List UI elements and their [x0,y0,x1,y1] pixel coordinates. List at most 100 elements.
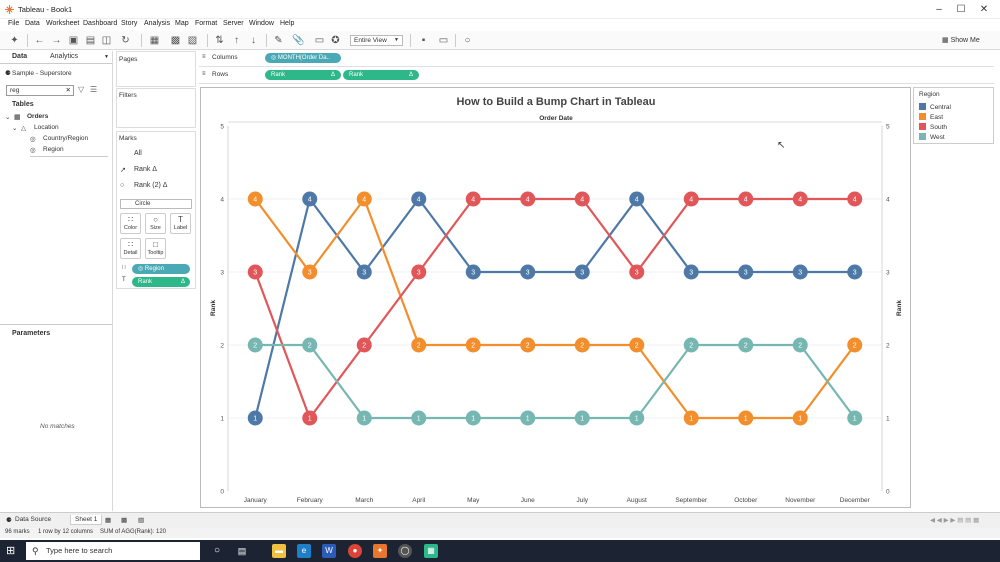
minimize-icon[interactable]: – [928,3,950,16]
series-line-central [254,197,855,419]
close-icon[interactable]: ✕ [973,3,995,16]
app-icon[interactable]: ▦ [424,544,438,558]
windows-start-icon[interactable]: ⊞ [6,545,18,557]
swap-rows-columns-icon[interactable]: ⇅ [213,34,226,47]
group-members-icon[interactable]: 📎 [292,34,305,47]
field-search-input[interactable]: reg ✕ [6,85,74,96]
pane-menu-icon[interactable]: ▼ [104,54,109,60]
legend-swatch [919,113,926,120]
toolbar-divider [207,34,208,47]
tableau-start-icon[interactable]: ✦ [8,34,21,47]
menu-format[interactable]: Format [195,20,217,27]
clock-app-icon[interactable]: ◯ [398,544,412,558]
collapse-location-icon[interactable]: ⌄ [12,124,17,132]
duplicate-sheet-icon[interactable]: ▩ [169,34,182,47]
new-dashboard-icon[interactable]: ▩ [121,516,127,524]
datasource-name[interactable]: Sample - Superstore [12,70,72,77]
legend-item-west[interactable]: West [919,133,945,142]
rows-rank2-pill[interactable]: Rank Δ [343,70,419,80]
new-datasource-icon[interactable]: ▤ [84,34,97,47]
tableau-icon[interactable]: ✦ [373,544,387,558]
tab-data[interactable]: Data [12,53,27,60]
collapse-orders-icon[interactable]: ⌄ [5,113,10,121]
marks-rank-2[interactable]: Rank (2) Δ [134,182,167,189]
show-mark-labels-icon[interactable]: ▭ [313,34,326,47]
undo-icon[interactable]: ← [33,34,46,47]
tooltip-button[interactable]: □ Tooltip [145,238,166,259]
label-button[interactable]: T Label [170,213,191,234]
presentation-mode-icon[interactable]: ▭ [437,34,450,47]
show-me-button[interactable]: ▦ Show Me [942,36,980,44]
new-story-icon[interactable]: ▧ [138,516,144,524]
rank-label-pill[interactable]: Rank Δ [132,277,190,287]
chrome-icon[interactable]: ● [348,544,362,558]
fit-view-select[interactable]: Entire View ▼ [350,35,403,46]
save-icon[interactable]: ▣ [67,34,80,47]
tree-country-region[interactable]: Country/Region [43,135,88,142]
marks-all[interactable]: All [134,150,142,157]
edge-icon[interactable]: e [297,544,311,558]
legend-item-east[interactable]: East [919,113,943,122]
menu-worksheet[interactable]: Worksheet [46,20,79,27]
menu-map[interactable]: Map [175,20,189,27]
share-icon[interactable]: ○ [461,34,474,47]
highlight-icon[interactable]: ✎ [272,34,285,47]
new-worksheet-icon[interactable]: ▦ [105,516,111,524]
new-worksheet-icon[interactable]: ▦ [148,34,161,47]
menu-help[interactable]: Help [280,20,294,27]
rows-rank-pill[interactable]: Rank Δ [265,70,341,80]
clear-sheet-icon[interactable]: ▧ [186,34,199,47]
rows-pill-1-label: Rank [271,72,286,78]
tree-orders[interactable]: Orders [27,113,48,120]
menu-window[interactable]: Window [249,20,274,27]
filter-icon[interactable]: ▽ [78,85,84,94]
cortana-icon[interactable]: ○ [210,544,224,558]
data-label-west: 2 [253,343,257,350]
data-label-south: 4 [744,197,748,204]
legend-label: West [930,134,945,141]
show-me-label: Show Me [950,37,980,44]
sort-ascending-icon[interactable]: ↑ [230,34,243,47]
mark-type-select[interactable]: Circle [120,199,192,209]
tab-nav-arrows-icon[interactable]: ◀ ◀ ▶ ▶ ▤ ▤ ▦ [930,516,979,524]
sort-descending-icon[interactable]: ↓ [247,34,260,47]
data-label-west: 1 [362,416,366,423]
rows-shelf-label: Rows [212,71,229,78]
data-label-south: 4 [580,197,584,204]
show-cards-icon[interactable]: ▪ [417,34,430,47]
size-button[interactable]: ○ Size [145,213,166,234]
chart-title: How to Build a Bump Chart in Tableau [456,96,655,108]
refresh-icon[interactable]: ↻ [119,34,132,47]
maximize-icon[interactable]: ☐ [950,3,972,16]
menu-story[interactable]: Story [121,20,137,27]
redo-icon[interactable]: → [50,34,63,47]
view-options-icon[interactable]: ☰ [90,85,97,94]
menu-dashboard[interactable]: Dashboard [83,20,117,27]
label-field-icon: T [122,277,126,283]
pause-updates-icon[interactable]: ◫ [100,34,113,47]
sheet-1-tab[interactable]: Sheet 1 [70,515,103,525]
tree-location[interactable]: Location [34,124,59,131]
fix-axes-icon[interactable]: ✪ [329,34,342,47]
color-icon: ∷ [127,215,134,224]
region-color-pill[interactable]: ◎ Region [132,264,190,274]
clear-search-icon[interactable]: ✕ [66,86,71,95]
menu-file[interactable]: File [8,20,19,27]
file-explorer-icon[interactable]: ▬ [272,544,286,558]
word-icon[interactable]: W [322,544,336,558]
marks-rank[interactable]: Rank Δ [134,166,157,173]
menu-data[interactable]: Data [25,20,40,27]
menu-analysis[interactable]: Analysis [144,20,170,27]
columns-month-pill[interactable]: ◎ MONTH(Order Da.. [265,53,341,63]
tree-region[interactable]: Region [43,146,64,153]
data-source-tab[interactable]: Data Source [15,516,51,523]
color-button[interactable]: ∷ Color [120,213,141,234]
menu-server[interactable]: Server [223,20,244,27]
detail-button[interactable]: ∷ Detail [120,238,141,259]
legend-item-central[interactable]: Central [919,103,951,112]
task-view-icon[interactable]: ▤ [235,544,249,558]
tab-analytics[interactable]: Analytics [50,53,78,60]
taskbar-search-input[interactable]: ⚲ Type here to search [26,542,200,560]
legend-item-south[interactable]: South [919,123,947,132]
pages-card-title: Pages [119,56,138,63]
